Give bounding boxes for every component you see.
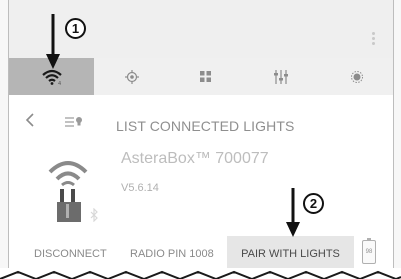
annotation-arrow-2 [286,188,300,237]
radio-pin-button[interactable]: RADIO PIN 1008 [130,236,214,272]
bottom-decoration [0,268,401,279]
sliders-icon [274,69,288,84]
list-bulb-icon[interactable] [65,116,85,128]
back-arrow-icon[interactable] [25,112,35,128]
device-name: AsteraBox™ 700077 [121,150,269,167]
battery-level: 98 [365,249,373,255]
battery-indicator: 98 [362,238,376,264]
device-version: V5.6.14 [121,182,159,194]
disconnect-button[interactable]: DISCONNECT [34,236,107,272]
page-title: LIST CONNECTED LIGHTS [116,118,295,134]
sun-icon [351,70,363,83]
annotation-arrow-1 [46,14,60,69]
annotation-step-2: 2 [303,193,324,214]
tab-bar: 4 [9,58,393,95]
action-bar: DISCONNECT RADIO PIN 1008 PAIR WITH LIGH… [9,236,393,272]
pair-with-lights-button[interactable]: PAIR WITH LIGHTS [227,236,354,272]
annotation-step-1: 1 [65,18,86,39]
tab-target[interactable] [94,58,169,95]
frame-border-right [393,0,394,279]
bluetooth-icon [90,208,98,222]
tab-sun[interactable] [321,58,393,95]
grid-icon [199,71,211,82]
svg-text:4: 4 [58,81,61,85]
wifi-icon: 4 [41,69,62,85]
tab-sliders[interactable] [241,58,321,95]
overflow-menu-icon[interactable] [372,32,376,46]
tab-grid[interactable] [169,58,241,95]
target-icon [124,69,139,84]
asterabox-icon [48,161,88,222]
